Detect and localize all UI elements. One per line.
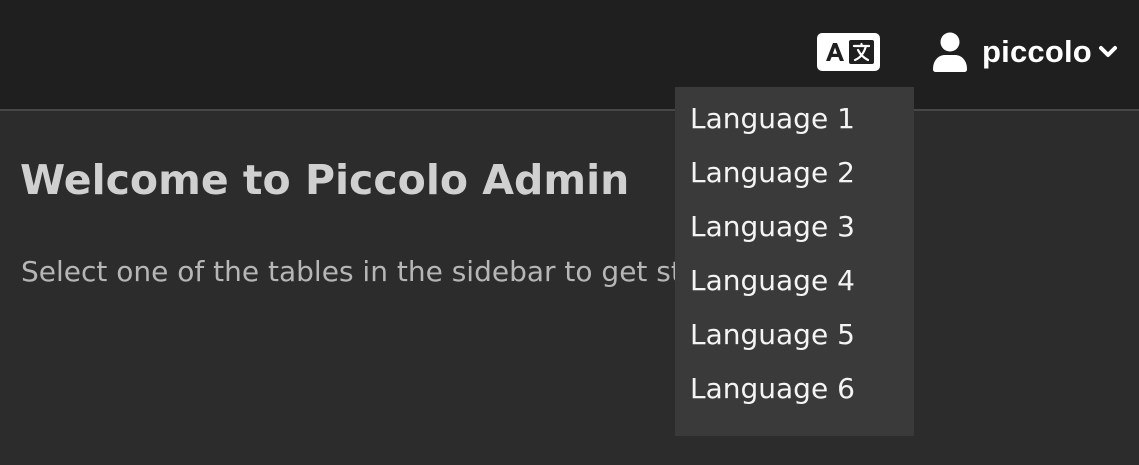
language-option-2[interactable]: Language 2 xyxy=(675,146,914,200)
user-icon xyxy=(933,32,967,72)
chevron-down-icon[interactable] xyxy=(1098,45,1118,59)
language-option-5[interactable]: Language 5 xyxy=(675,308,914,362)
top-nav-bar: piccolo xyxy=(0,0,1139,111)
language-option-1[interactable]: Language 1 xyxy=(675,92,914,146)
page-subtitle: Select one of the tables in the sidebar … xyxy=(21,255,766,288)
translate-icon xyxy=(826,40,874,64)
user-menu[interactable]: piccolo xyxy=(933,28,1118,76)
page-title: Welcome to Piccolo Admin xyxy=(20,156,630,204)
language-selector-button[interactable] xyxy=(817,33,880,71)
main-content: Welcome to Piccolo Admin Select one of t… xyxy=(0,111,1139,465)
language-option-4[interactable]: Language 4 xyxy=(675,254,914,308)
username[interactable]: piccolo xyxy=(982,34,1092,70)
language-option-6[interactable]: Language 6 xyxy=(675,362,914,416)
language-dropdown-menu: Language 1 Language 2 Language 3 Languag… xyxy=(675,87,914,436)
language-option-3[interactable]: Language 3 xyxy=(675,200,914,254)
